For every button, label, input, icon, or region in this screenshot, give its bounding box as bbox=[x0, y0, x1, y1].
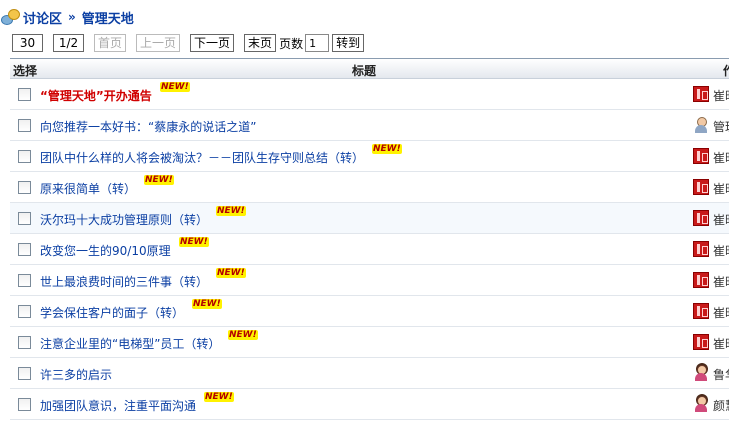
breadcrumb-current-link[interactable]: 管理天地 bbox=[82, 8, 134, 27]
topic-title-link[interactable]: 向您推荐一本好书：“蔡康永的说话之道” bbox=[40, 118, 256, 135]
female-user-icon bbox=[693, 365, 709, 381]
seal-avatar-icon bbox=[693, 210, 709, 226]
forum-logo-icon bbox=[0, 7, 22, 27]
pager-toolbar: 30 1/2 首页 上一页 下一页 末页 页数 转到 bbox=[12, 34, 374, 52]
topic-title-link[interactable]: 原来很简单（转） bbox=[40, 180, 136, 197]
author-link[interactable]: 崔时 bbox=[713, 211, 729, 228]
seal-avatar-icon bbox=[693, 241, 709, 257]
seal-avatar-icon bbox=[693, 86, 709, 102]
table-row: 学会保住客户的面子（转） NEW! 崔时 bbox=[10, 296, 729, 327]
row-checkbox[interactable] bbox=[18, 181, 31, 194]
row-checkbox[interactable] bbox=[18, 150, 31, 163]
table-row: 向您推荐一本好书：“蔡康永的说话之道” 管理 bbox=[10, 110, 729, 141]
seal-avatar-icon bbox=[693, 303, 709, 319]
seal-avatar-icon bbox=[693, 272, 709, 288]
new-badge: NEW! bbox=[216, 268, 246, 278]
row-checkbox[interactable] bbox=[18, 336, 31, 349]
first-page-button[interactable]: 首页 bbox=[94, 34, 127, 52]
table-header: 选择 标题 作 bbox=[10, 59, 729, 79]
breadcrumb-separator: » bbox=[68, 10, 76, 24]
new-badge: NEW! bbox=[372, 144, 402, 154]
new-badge: NEW! bbox=[160, 82, 190, 92]
table-row: 世上最浪费时间的三件事（转） NEW! 崔时 bbox=[10, 265, 729, 296]
new-badge: NEW! bbox=[228, 330, 258, 340]
table-row: “管理天地”开办通告 NEW! 崔时 bbox=[10, 79, 729, 110]
topic-title-link[interactable]: 许三多的启示 bbox=[40, 366, 112, 383]
row-checkbox[interactable] bbox=[18, 305, 31, 318]
topic-title-link[interactable]: “管理天地”开办通告 bbox=[40, 87, 152, 104]
table-row: 注意企业里的“电梯型”员工（转） NEW! 崔时 bbox=[10, 327, 729, 358]
seal-avatar-icon bbox=[693, 179, 709, 195]
prev-page-button[interactable]: 上一页 bbox=[136, 34, 181, 52]
go-button[interactable]: 转到 bbox=[332, 34, 365, 52]
author-link[interactable]: 崔时 bbox=[713, 335, 729, 352]
author-link[interactable]: 崔时 bbox=[713, 180, 729, 197]
female-user-icon bbox=[693, 396, 709, 412]
author-link[interactable]: 崔时 bbox=[713, 87, 729, 104]
row-checkbox[interactable] bbox=[18, 243, 31, 256]
topic-title-link[interactable]: 改变您一生的90/10原理 bbox=[40, 242, 171, 259]
row-checkbox[interactable] bbox=[18, 119, 31, 132]
row-checkbox[interactable] bbox=[18, 398, 31, 411]
row-checkbox[interactable] bbox=[18, 212, 31, 225]
header-select: 选择 bbox=[13, 64, 38, 78]
author-link[interactable]: 崔时 bbox=[713, 304, 729, 321]
topic-title-link[interactable]: 团队中什么样的人将会被淘汰？－－团队生存守则总结（转） bbox=[40, 149, 364, 166]
author-link[interactable]: 崔时 bbox=[713, 273, 729, 290]
topic-list: “管理天地”开办通告NEW!崔时向您推荐一本好书：“蔡康永的说话之道”管理团队中… bbox=[10, 79, 729, 420]
table-row: 加强团队意识，注重平面沟通 NEW! 颜慧 bbox=[10, 389, 729, 420]
next-page-button[interactable]: 下一页 bbox=[190, 34, 235, 52]
row-checkbox[interactable] bbox=[18, 367, 31, 380]
page-size-button[interactable]: 30 bbox=[12, 34, 43, 52]
new-badge: NEW! bbox=[179, 237, 209, 247]
page-number-input[interactable] bbox=[305, 34, 330, 52]
new-badge: NEW! bbox=[192, 299, 222, 309]
user-icon bbox=[693, 117, 709, 133]
author-link[interactable]: 崔时 bbox=[713, 149, 729, 166]
table-row: 原来很简单（转） NEW! 崔时 bbox=[10, 172, 729, 203]
new-badge: NEW! bbox=[216, 206, 246, 216]
page-status-button[interactable]: 1/2 bbox=[53, 34, 84, 52]
seal-avatar-icon bbox=[693, 334, 709, 350]
table-row: 许三多的启示 鲁华 bbox=[10, 358, 729, 389]
table-row: 团队中什么样的人将会被淘汰？－－团队生存守则总结（转） NEW! 崔时 bbox=[10, 141, 729, 172]
new-badge: NEW! bbox=[144, 175, 174, 185]
author-link[interactable]: 鲁华 bbox=[713, 366, 729, 383]
new-badge: NEW! bbox=[204, 392, 234, 402]
table-row: 沃尔玛十大成功管理原则（转） NEW! 崔时 bbox=[10, 203, 729, 234]
topic-title-link[interactable]: 注意企业里的“电梯型”员工（转） bbox=[40, 335, 220, 352]
row-checkbox[interactable] bbox=[18, 274, 31, 287]
last-page-button[interactable]: 末页 bbox=[244, 34, 277, 52]
author-link[interactable]: 崔时 bbox=[713, 242, 729, 259]
seal-avatar-icon bbox=[693, 148, 709, 164]
breadcrumb: 讨论区 » 管理天地 bbox=[0, 6, 134, 28]
topic-title-link[interactable]: 世上最浪费时间的三件事（转） bbox=[40, 273, 208, 290]
breadcrumb-root-link[interactable]: 讨论区 bbox=[23, 8, 62, 27]
author-link[interactable]: 颜慧 bbox=[713, 397, 729, 414]
topic-title-link[interactable]: 沃尔玛十大成功管理原则（转） bbox=[40, 211, 208, 228]
author-link[interactable]: 管理 bbox=[713, 118, 729, 135]
header-author: 作 bbox=[723, 62, 729, 79]
page-number-label: 页数 bbox=[279, 36, 304, 51]
topic-title-link[interactable]: 加强团队意识，注重平面沟通 bbox=[40, 397, 196, 414]
header-title: 标题 bbox=[352, 64, 377, 78]
table-row: 改变您一生的90/10原理 NEW! 崔时 bbox=[10, 234, 729, 265]
topic-table: 选择 标题 作 “管理天地”开办通告NEW!崔时向您推荐一本好书：“蔡康永的说话… bbox=[10, 58, 729, 420]
topic-title-link[interactable]: 学会保住客户的面子（转） bbox=[40, 304, 184, 321]
row-checkbox[interactable] bbox=[18, 88, 31, 101]
